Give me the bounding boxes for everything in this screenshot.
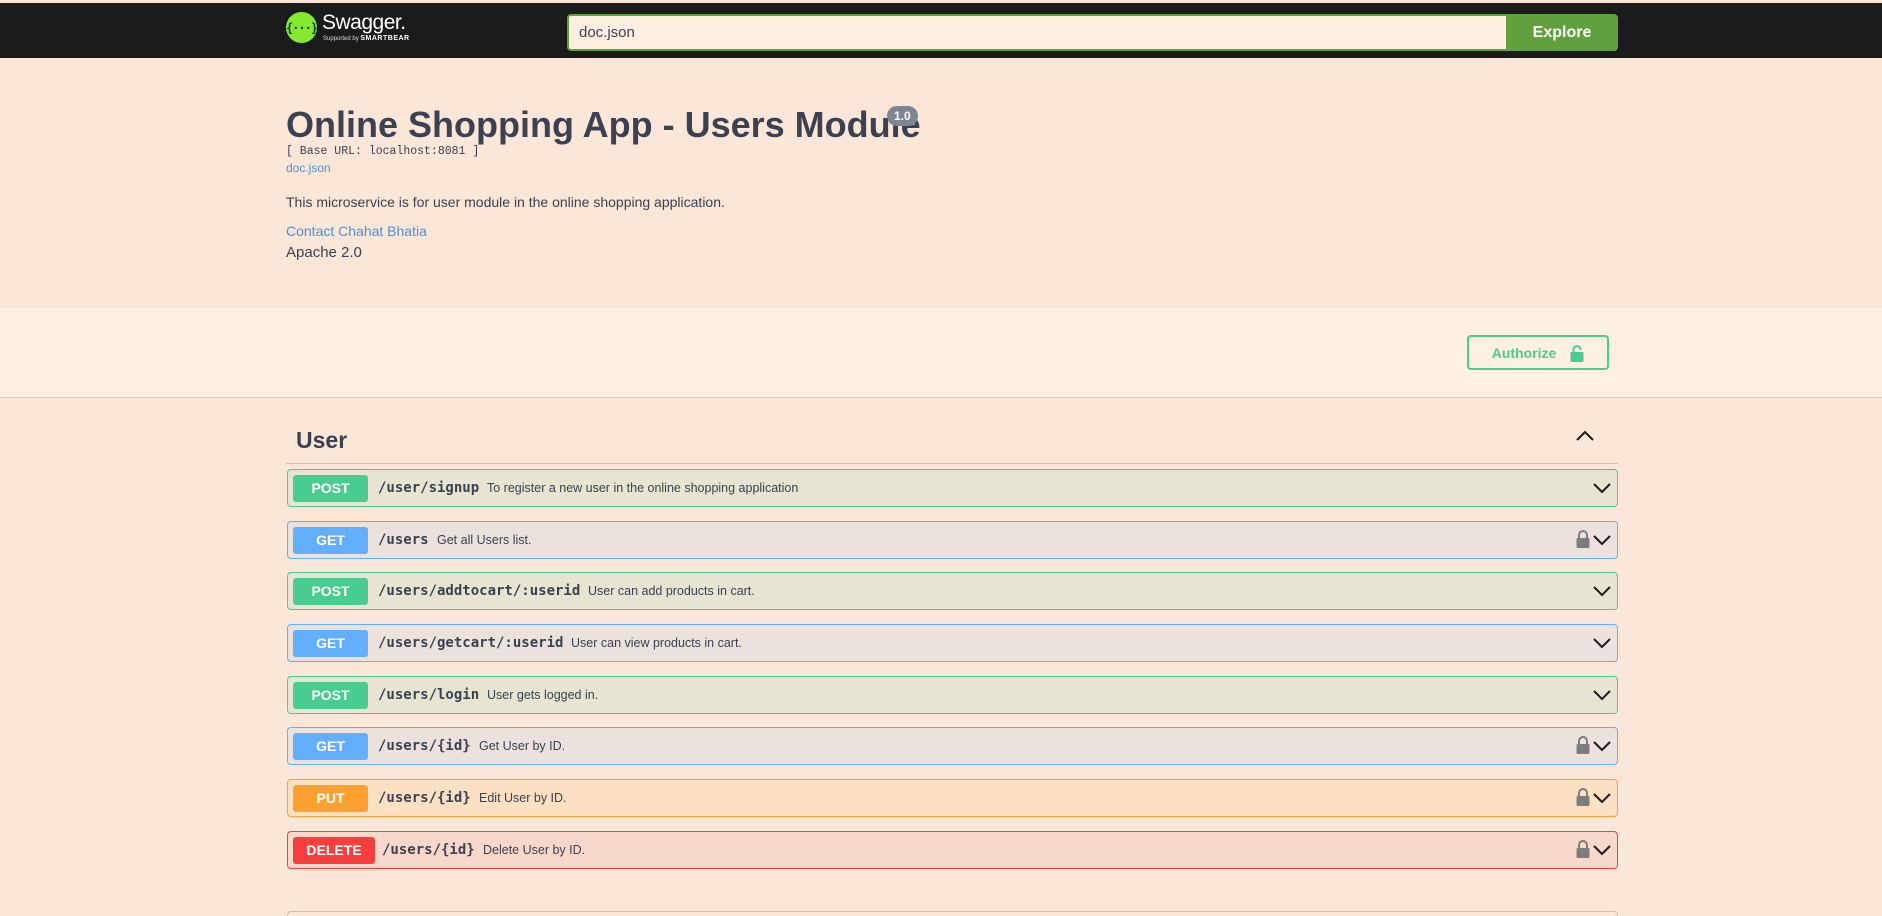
chevron-down-icon[interactable] bbox=[1593, 481, 1611, 495]
chevron-down-icon[interactable] bbox=[1593, 843, 1611, 857]
chevron-down-icon[interactable] bbox=[1593, 688, 1611, 702]
lock-icon[interactable] bbox=[1576, 839, 1590, 859]
swagger-logo-icon: {···} bbox=[286, 12, 318, 43]
opblock-post[interactable]: POST/user/signup To register a new user i… bbox=[287, 469, 1618, 507]
operation-path: /users/getcart/:userid bbox=[378, 635, 564, 651]
method-badge: GET bbox=[293, 527, 368, 554]
opblock-put[interactable]: PUT/users/{id} Edit User by ID. bbox=[287, 779, 1618, 817]
logo-name: Swagger. bbox=[322, 11, 406, 34]
operation-summary: Edit User by ID. bbox=[479, 791, 567, 805]
opblock-get[interactable]: GET/users/getcart/:userid User can view p… bbox=[287, 624, 1618, 662]
lock-icon[interactable] bbox=[1576, 735, 1590, 755]
license-text: Apache 2.0 bbox=[286, 244, 362, 261]
operation-summary: User gets logged in. bbox=[487, 688, 599, 702]
opblock-delete[interactable]: DELETE/users/{id} Delete User by ID. bbox=[287, 831, 1618, 869]
base-url: [ Base URL: localhost:8081 ] bbox=[286, 145, 480, 158]
unlocked-icon bbox=[1570, 344, 1584, 362]
contact-link[interactable]: Contact Chahat Bhatia bbox=[286, 223, 427, 239]
operation-summary: To register a new user in the online sho… bbox=[487, 481, 799, 495]
operation-summary: Get all Users list. bbox=[437, 533, 532, 547]
lock-icon[interactable] bbox=[1576, 529, 1590, 549]
chevron-down-icon[interactable] bbox=[1593, 636, 1611, 650]
method-badge: POST bbox=[293, 682, 368, 709]
operation-path: /users bbox=[378, 532, 429, 548]
authorize-label: Authorize bbox=[1491, 344, 1557, 361]
operation-summary: Delete User by ID. bbox=[483, 843, 586, 857]
page-title: Online Shopping App - Users Module bbox=[286, 104, 921, 145]
operation-summary: User can add products in cart. bbox=[588, 584, 755, 598]
method-badge: POST bbox=[293, 475, 368, 502]
models-section bbox=[287, 911, 1618, 916]
scheme-container: Authorize bbox=[0, 308, 1882, 398]
chevron-down-icon[interactable] bbox=[1593, 739, 1611, 753]
method-badge: GET bbox=[293, 630, 368, 657]
topbar: {···} Swagger. Supported by SMARTBEAR Ex… bbox=[0, 3, 1882, 58]
lock-icon[interactable] bbox=[1576, 787, 1590, 807]
method-badge: PUT bbox=[293, 785, 368, 812]
spec-link[interactable]: doc.json bbox=[286, 161, 331, 175]
method-badge: DELETE bbox=[293, 837, 375, 864]
swagger-logo[interactable]: {···} Swagger. Supported by SMARTBEAR bbox=[286, 12, 410, 43]
opblock-get[interactable]: GET/users Get all Users list. bbox=[287, 521, 1618, 559]
operation-path: /users/{id} bbox=[378, 790, 471, 806]
operation-path: /user/signup bbox=[378, 480, 480, 496]
operation-path: /users/{id} bbox=[378, 738, 471, 754]
opblock-get[interactable]: GET/users/{id} Get User by ID. bbox=[287, 727, 1618, 765]
api-description: This microservice is for user module in … bbox=[286, 194, 725, 210]
explore-button[interactable]: Explore bbox=[1506, 14, 1618, 51]
opblock-post[interactable]: POST/users/addtocart/:userid User can add… bbox=[287, 572, 1618, 610]
operation-path: /users/addtocart/:userid bbox=[378, 583, 581, 599]
operation-path: /users/login bbox=[378, 687, 480, 703]
chevron-up-icon[interactable] bbox=[1576, 430, 1594, 442]
operation-summary: User can view products in cart. bbox=[571, 636, 742, 650]
chevron-down-icon[interactable] bbox=[1593, 533, 1611, 547]
chevron-down-icon[interactable] bbox=[1593, 791, 1611, 805]
tag-section-user[interactable]: User bbox=[286, 418, 1618, 464]
opblock-post[interactable]: POST/users/login User gets logged in. bbox=[287, 676, 1618, 714]
method-badge: GET bbox=[293, 733, 368, 760]
version-badge: 1.0 bbox=[887, 106, 918, 126]
operation-summary: Get User by ID. bbox=[479, 739, 566, 753]
tag-name: User bbox=[296, 427, 348, 453]
operation-path: /users/{id} bbox=[382, 842, 475, 858]
spec-url-input[interactable] bbox=[567, 14, 1507, 51]
logo-subtitle: Supported by SMARTBEAR bbox=[323, 35, 410, 42]
method-badge: POST bbox=[293, 578, 368, 605]
chevron-down-icon[interactable] bbox=[1593, 584, 1611, 598]
authorize-button[interactable]: Authorize bbox=[1467, 335, 1609, 370]
